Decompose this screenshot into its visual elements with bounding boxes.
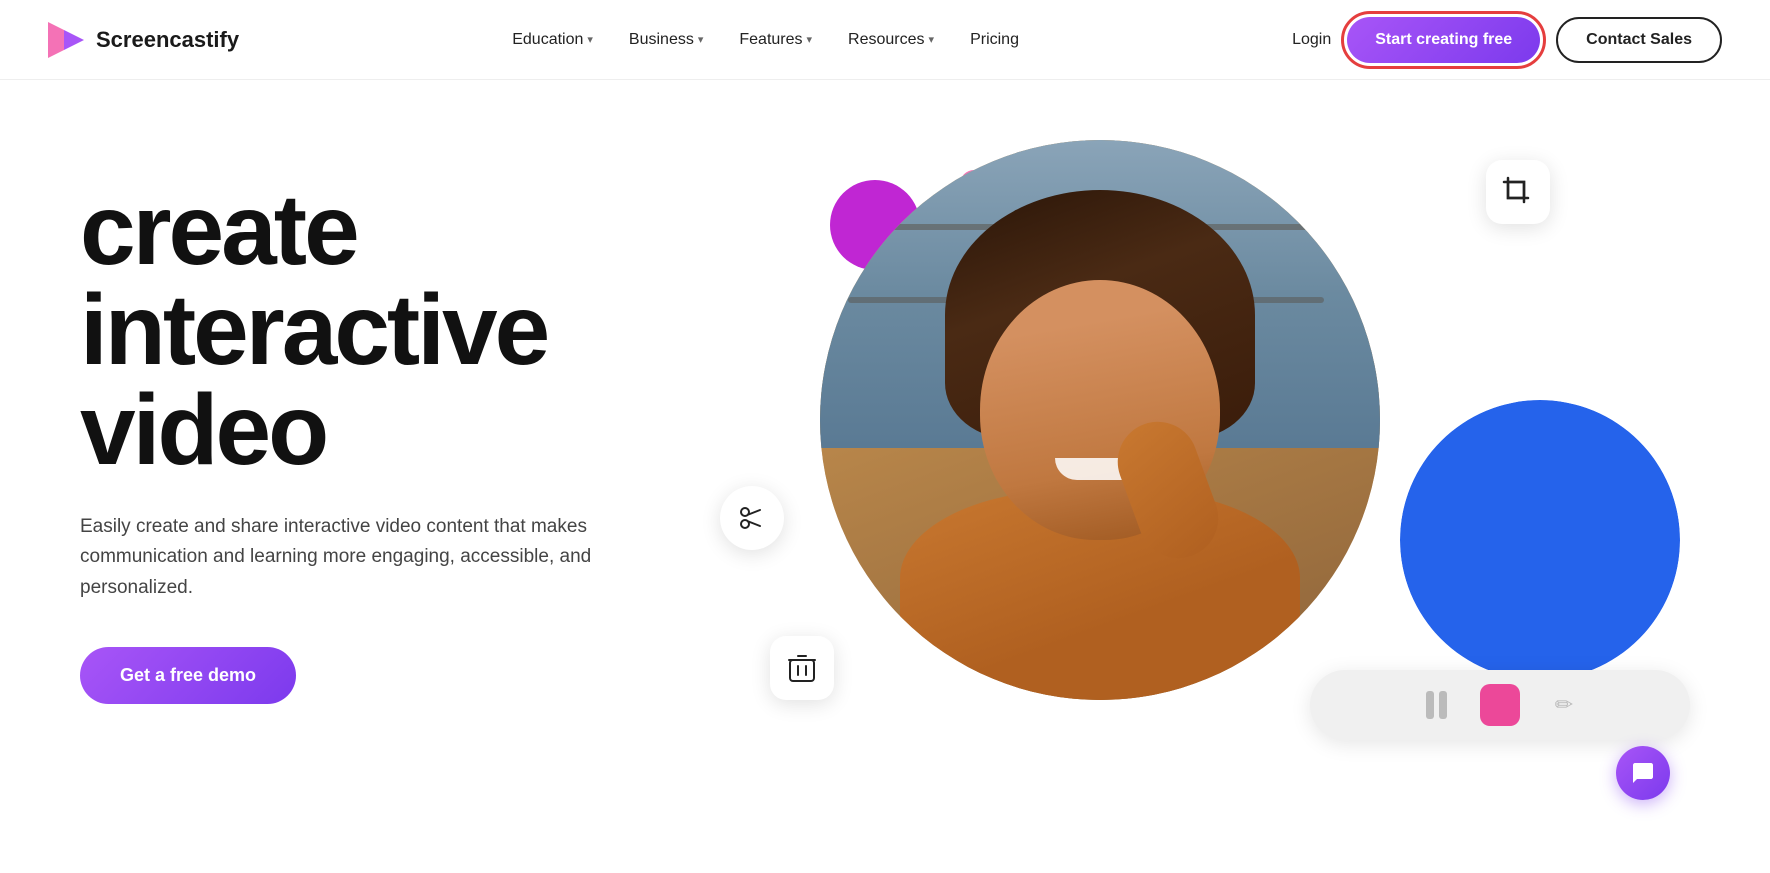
blue-accent-shape xyxy=(1400,400,1680,680)
start-creating-button[interactable]: Start creating free xyxy=(1347,17,1540,63)
logo-screen: Screen xyxy=(96,27,169,52)
hero-heading-line1: create xyxy=(80,174,357,286)
nav-links: Education ▾ Business ▾ Features ▾ Resour… xyxy=(512,31,1019,49)
scissors-icon xyxy=(720,486,784,550)
nav-link-features[interactable]: Features ▾ xyxy=(739,31,812,49)
get-demo-button[interactable]: Get a free demo xyxy=(80,647,296,704)
trash-icon xyxy=(770,636,834,700)
crop-icon xyxy=(1486,160,1550,224)
stop-button[interactable] xyxy=(1480,685,1520,725)
person-video xyxy=(820,140,1380,700)
video-control-bar: ✏ xyxy=(1310,670,1690,740)
logo-icon xyxy=(48,22,88,58)
nav-link-education[interactable]: Education ▾ xyxy=(512,31,593,49)
hero-heading: create interactive video xyxy=(80,180,640,480)
chevron-down-icon: ▾ xyxy=(698,33,704,46)
chevron-down-icon: ▾ xyxy=(807,33,813,46)
login-button[interactable]: Login xyxy=(1292,31,1331,49)
navigation: Screencastify Education ▾ Business ▾ Fea… xyxy=(0,0,1770,80)
nav-link-resources[interactable]: Resources ▾ xyxy=(848,31,934,49)
logo-text: Screencastify xyxy=(96,27,239,53)
hero-section: create interactive video Easily create a… xyxy=(0,80,1770,873)
hero-heading-line2: interactive xyxy=(80,274,547,386)
contact-sales-button[interactable]: Contact Sales xyxy=(1556,17,1722,63)
hero-subtext: Easily create and share interactive vide… xyxy=(80,512,600,603)
nav-link-business[interactable]: Business ▾ xyxy=(629,31,703,49)
nav-actions: Login Start creating free Contact Sales xyxy=(1292,17,1722,63)
chevron-down-icon: ▾ xyxy=(587,33,593,46)
hero-right: ✏ xyxy=(640,120,1690,820)
logo[interactable]: Screencastify xyxy=(48,22,239,58)
pencil-button[interactable]: ✏ xyxy=(1544,685,1584,725)
pause-button[interactable] xyxy=(1416,685,1456,725)
logo-castify: castify xyxy=(169,27,239,52)
chevron-down-icon: ▾ xyxy=(929,33,935,46)
video-circle xyxy=(820,140,1380,700)
nav-link-pricing[interactable]: Pricing xyxy=(970,31,1019,49)
chat-icon-button[interactable] xyxy=(1616,746,1670,800)
hero-left: create interactive video Easily create a… xyxy=(80,140,640,704)
hero-heading-line3: video xyxy=(80,374,326,486)
